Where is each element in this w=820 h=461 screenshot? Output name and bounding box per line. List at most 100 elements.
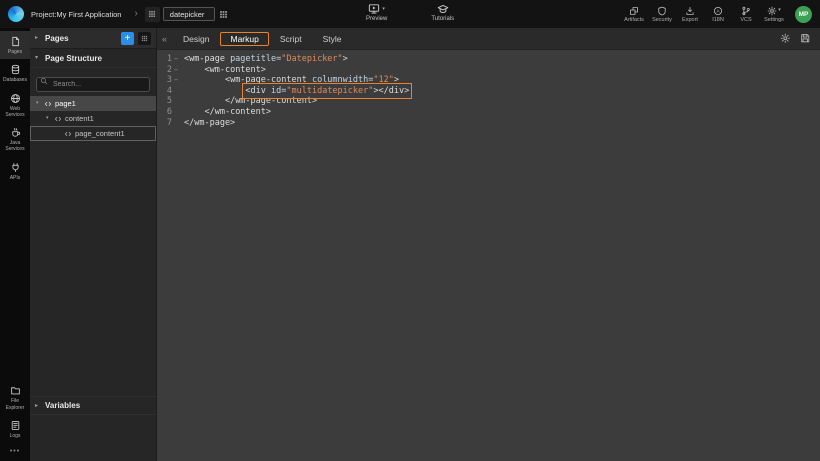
- file-explorer-icon: [10, 385, 21, 396]
- artifacts-icon: [629, 6, 639, 16]
- tool-icon-row: ▾: [767, 5, 781, 16]
- code-lines: <wm-page pagetitle="Datepicker"> <wm-con…: [181, 54, 820, 461]
- code-token: <wm-page: [184, 54, 230, 64]
- code-token: pagetitle=: [230, 54, 281, 64]
- code-indent: [184, 96, 225, 106]
- wavemaker-studio-window: Project:My First Application › datepicke…: [0, 0, 820, 461]
- rail-item-java-services[interactable]: Java Services: [0, 122, 30, 157]
- line-number: 3: [167, 75, 172, 86]
- code-line[interactable]: </wm-content>: [184, 107, 820, 118]
- rail-item-databases[interactable]: Databases: [0, 59, 30, 87]
- rail-item-web-services[interactable]: Web Services: [0, 88, 30, 123]
- rail-item-label: APIs: [10, 175, 21, 181]
- code-token: >: [394, 75, 399, 85]
- tool-label: Artifacts: [624, 17, 644, 23]
- java-services-icon: [10, 127, 21, 138]
- editor-tabs: DesignMarkupScriptStyle: [173, 32, 351, 46]
- line-number: 7: [167, 118, 172, 129]
- chevron-down-icon: ▾: [36, 101, 41, 106]
- panel-menu-button[interactable]: [138, 32, 151, 45]
- code-token: columnwidth=: [312, 75, 373, 85]
- rail-item-label: Pages: [8, 49, 22, 55]
- add-page-button[interactable]: +: [121, 32, 134, 45]
- fold-marker: −: [173, 54, 179, 65]
- chevron-down-icon: ▾: [382, 7, 385, 12]
- tree-item-label: page_content1: [75, 129, 125, 138]
- editor-area: « DesignMarkupScriptStyle 1−2−3−4567 <wm…: [157, 28, 820, 461]
- rail-item-label: Logs: [10, 433, 21, 439]
- code-editor[interactable]: 1−2−3−4567 <wm-page pagetitle="Datepicke…: [157, 50, 820, 461]
- page-structure-title: Page Structure: [45, 54, 102, 63]
- tutorials-icon: [437, 3, 449, 15]
- search-input[interactable]: [36, 77, 150, 92]
- more-options-button[interactable]: •••: [0, 443, 30, 461]
- rail-top: Pages Databases Web Services Java Services A…: [0, 31, 30, 185]
- tool-icon-row: [685, 5, 695, 16]
- user-avatar[interactable]: MP: [795, 6, 812, 23]
- code-line[interactable]: <wm-content>: [184, 65, 820, 76]
- logs-icon: [10, 420, 21, 431]
- tab-style[interactable]: Style: [313, 32, 352, 46]
- apps-grid-icon[interactable]: [219, 10, 228, 19]
- preview-button[interactable]: ▾ Preview: [366, 3, 387, 22]
- page-name-field[interactable]: datepicker: [163, 7, 215, 21]
- chevron-down-icon: ▾: [46, 116, 51, 121]
- tool-settings[interactable]: ▾Settings: [760, 5, 788, 23]
- tree-item-page-content1[interactable]: page_content1: [30, 126, 156, 141]
- code-line[interactable]: </wm-page-content>: [184, 96, 820, 107]
- tool-export[interactable]: Export: [676, 5, 704, 23]
- code-line[interactable]: <wm-page pagetitle="Datepicker">: [184, 54, 820, 65]
- pages-icon: [10, 36, 21, 47]
- rail-item-apis[interactable]: APIs: [0, 157, 30, 185]
- rail-spacer: [0, 185, 30, 381]
- rail-item-label: Web Services: [1, 106, 29, 119]
- rail-item-file-explorer[interactable]: File Explorer: [0, 380, 30, 415]
- tool-icon-row: A: [713, 5, 723, 16]
- rail-item-label: Databases: [3, 77, 27, 83]
- tool-security[interactable]: Security: [648, 5, 676, 23]
- code-token: >: [343, 54, 348, 64]
- rail-item-logs[interactable]: Logs: [0, 415, 30, 443]
- widget-icon: [44, 100, 52, 108]
- save-icon[interactable]: [800, 33, 811, 44]
- editor-settings-icon[interactable]: [780, 33, 791, 44]
- tool-i18n[interactable]: AI18N: [704, 5, 732, 23]
- code-line[interactable]: <div id="multidatepicker"></div>: [184, 86, 820, 97]
- page-switcher-button[interactable]: [145, 7, 160, 22]
- code-token: </wm-page-content>: [225, 96, 317, 106]
- gutter-line: 3−: [157, 75, 181, 86]
- topbar-center: ▾ Preview Tutorials: [366, 3, 454, 22]
- line-number: 5: [167, 96, 172, 107]
- chevron-right-icon[interactable]: ▸: [35, 35, 41, 41]
- code-token: <wm-content>: [204, 65, 265, 75]
- tab-script[interactable]: Script: [270, 32, 312, 46]
- code-line[interactable]: </wm-page>: [184, 118, 820, 129]
- tutorials-button[interactable]: Tutorials: [431, 3, 454, 22]
- tab-markup[interactable]: Markup: [220, 32, 268, 46]
- tool-label: Settings: [764, 17, 784, 23]
- breadcrumb-chevron-icon: ›: [134, 9, 137, 19]
- tree-item-page1[interactable]: ▾page1: [30, 96, 156, 111]
- code-token: </wm-content>: [204, 107, 271, 117]
- tool-label: VCS: [740, 17, 751, 23]
- grid-icon: [148, 10, 156, 18]
- code-line[interactable]: <wm-page-content columnwidth="12">: [184, 75, 820, 86]
- rail-item-pages[interactable]: Pages: [0, 31, 30, 59]
- variables-title: Variables: [45, 401, 80, 410]
- app-logo-icon[interactable]: [8, 6, 24, 22]
- search-icon: [40, 77, 48, 85]
- preview-label: Preview: [366, 16, 387, 22]
- vcs-icon: [741, 6, 751, 16]
- variables-header[interactable]: ▸ Variables: [30, 396, 156, 415]
- settings-icon: [767, 6, 777, 16]
- tool-artifacts[interactable]: Artifacts: [620, 5, 648, 23]
- chevron-down-icon[interactable]: ▾: [35, 55, 41, 61]
- tree-item-content1[interactable]: ▾content1: [30, 111, 156, 126]
- code-indent: [184, 86, 245, 96]
- tool-vcs[interactable]: VCS: [732, 5, 760, 23]
- rail-bottom: File Explorer Logs: [0, 380, 30, 443]
- web-services-icon: [10, 93, 21, 104]
- gutter-line: 2−: [157, 65, 181, 76]
- tab-design[interactable]: Design: [173, 32, 219, 46]
- collapse-panel-button[interactable]: «: [160, 34, 173, 44]
